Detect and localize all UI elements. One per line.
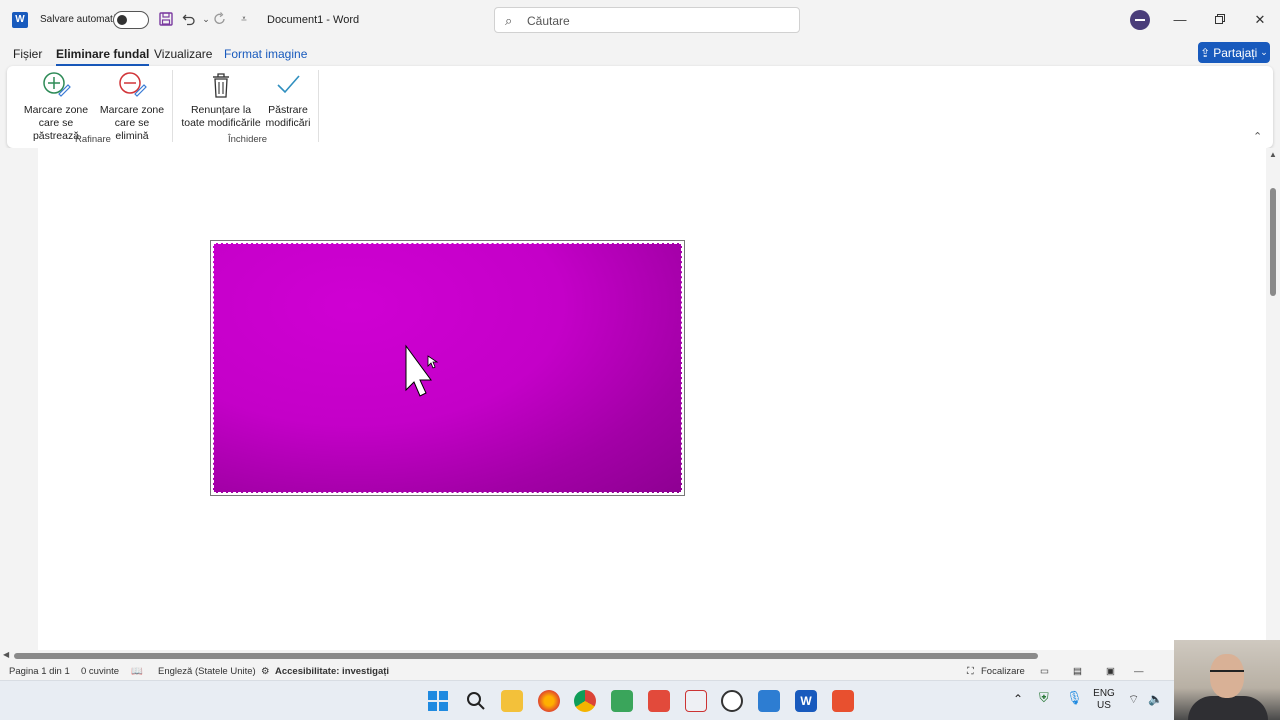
horizontal-scroll-thumb[interactable] bbox=[14, 653, 1038, 659]
lang-line-1: ENG bbox=[1093, 688, 1115, 699]
webcam-overlay bbox=[1174, 640, 1280, 720]
word-count[interactable]: 0 cuvinte bbox=[81, 666, 119, 677]
save-icon[interactable] bbox=[158, 11, 174, 27]
discard-label-2: toate modificările bbox=[181, 117, 261, 129]
trash-icon bbox=[213, 73, 229, 98]
collapse-ribbon-chevron-up-icon[interactable]: ⌃ bbox=[1253, 130, 1262, 143]
horizontal-scrollbar[interactable]: ◀ bbox=[0, 650, 1280, 662]
chrome-icon[interactable] bbox=[574, 690, 596, 712]
group-label-close: Închidere bbox=[228, 134, 268, 145]
undo-icon[interactable] bbox=[181, 11, 197, 27]
zoom-out-icon[interactable]: — bbox=[1134, 666, 1144, 677]
defender-shield-icon[interactable]: ⛨ bbox=[1039, 691, 1049, 704]
plus-pencil-icon bbox=[43, 72, 71, 97]
close-icon[interactable]: ✕ bbox=[1250, 10, 1270, 30]
ribbon-tabs: Fișier Eliminare fundal Vizualizare Form… bbox=[0, 40, 1280, 66]
focus-mode-button[interactable]: Focalizare bbox=[981, 666, 1025, 677]
tab-picture-format[interactable]: Format imagine bbox=[224, 47, 307, 61]
search-icon[interactable] bbox=[465, 690, 487, 712]
clock-icon[interactable] bbox=[721, 690, 743, 712]
group-separator bbox=[172, 70, 173, 142]
language-switcher[interactable]: ENG US bbox=[1093, 688, 1115, 712]
mark-remove-label-1: Marcare zone bbox=[99, 104, 165, 116]
minimize-icon[interactable]: — bbox=[1170, 10, 1190, 30]
tab-view[interactable]: Vizualizare bbox=[154, 47, 212, 61]
language-indicator[interactable]: Engleză (Statele Unite) bbox=[158, 666, 256, 677]
group-separator bbox=[318, 70, 319, 142]
keep-changes-button[interactable]: Păstrare modificări bbox=[263, 70, 313, 130]
microphone-icon[interactable]: 🎙 bbox=[1066, 691, 1083, 704]
chevron-down-icon: ⌄ bbox=[1260, 47, 1268, 57]
mark-remove-label-2: care se elimină bbox=[114, 117, 150, 142]
keep-changes-label-2: modificări bbox=[265, 117, 311, 129]
discard-label-1: Renunțare la bbox=[190, 104, 252, 116]
windows-taskbar: W ⌃ ⛨ 🎙 ENG US ⌔ 🔈 bbox=[0, 680, 1280, 720]
mark-keep-label-1: Marcare zone bbox=[23, 104, 89, 116]
vertical-scroll-thumb[interactable] bbox=[1270, 188, 1276, 296]
ribbon-panel: Marcare zone care se păstrează Marcare z… bbox=[7, 66, 1273, 148]
web-layout-icon[interactable]: ▣ bbox=[1106, 666, 1115, 677]
wifi-icon[interactable]: ⌔ bbox=[1128, 693, 1139, 705]
tab-file[interactable]: Fișier bbox=[13, 47, 42, 61]
focus-icon: ⛶ bbox=[967, 666, 974, 677]
proofing-book-icon[interactable]: 📖 bbox=[131, 666, 143, 677]
webcam-person-glasses bbox=[1210, 670, 1244, 676]
print-layout-icon[interactable]: ▤ bbox=[1073, 666, 1082, 677]
search-box[interactable]: ⌕ bbox=[494, 7, 800, 33]
discard-all-changes-button[interactable]: Renunțare la toate modificările bbox=[179, 70, 263, 130]
keep-changes-label-1: Păstrare bbox=[268, 104, 308, 116]
group-label-refine: Rafinare bbox=[75, 134, 111, 145]
page-count[interactable]: Pagina 1 din 1 bbox=[9, 666, 70, 677]
customize-toolbar-icon[interactable]: ⩡ bbox=[236, 11, 252, 27]
snipping-tool-icon[interactable] bbox=[685, 690, 707, 712]
vertical-scrollbar[interactable]: ▲ bbox=[1266, 148, 1280, 642]
share-button[interactable]: ⇪ Partajați ⌄ bbox=[1198, 42, 1270, 63]
autosave-label: Salvare automată bbox=[40, 14, 119, 25]
word-taskbar-icon[interactable]: W bbox=[795, 690, 817, 712]
minus-pencil-icon bbox=[119, 72, 147, 97]
webcam-person-shirt bbox=[1188, 696, 1268, 720]
scroll-up-icon[interactable]: ▲ bbox=[1269, 150, 1277, 159]
share-label: Partajați bbox=[1213, 45, 1258, 60]
user-avatar[interactable] bbox=[1130, 10, 1150, 30]
windows-start-icon[interactable] bbox=[427, 690, 449, 712]
camtasia-icon[interactable] bbox=[611, 690, 633, 712]
restore-icon[interactable] bbox=[1210, 10, 1230, 30]
accessibility-icon: ⚙ bbox=[261, 666, 270, 677]
document-title: Document1 - Word bbox=[267, 14, 360, 26]
tab-background-removal[interactable]: Eliminare fundal bbox=[56, 47, 150, 66]
mark-keep-label-2: care se păstrează bbox=[32, 117, 80, 142]
mark-areas-to-keep-button[interactable]: Marcare zone care se păstrează bbox=[17, 70, 95, 143]
word-app-icon: W bbox=[12, 12, 28, 28]
redo-icon[interactable] bbox=[212, 11, 228, 27]
lang-line-2: US bbox=[1097, 700, 1111, 711]
calendar-icon[interactable] bbox=[758, 690, 780, 712]
search-icon: ⌕ bbox=[505, 13, 513, 28]
share-icon: ⇪ bbox=[1200, 45, 1211, 60]
anydesk-icon[interactable] bbox=[648, 690, 670, 712]
scroll-left-icon[interactable]: ◀ bbox=[3, 650, 9, 659]
firefox-icon[interactable] bbox=[538, 690, 560, 712]
cursor-pointer-icon bbox=[405, 344, 439, 397]
title-bar: W Salvare automată ⌄ ⩡ Document1 - Word … bbox=[0, 0, 1280, 40]
volume-icon[interactable]: 🔈 bbox=[1148, 693, 1163, 705]
webcam-person-face bbox=[1210, 654, 1244, 698]
accessibility-status[interactable]: Accesibilitate: investigați bbox=[275, 666, 389, 677]
search-input[interactable] bbox=[527, 12, 777, 30]
read-mode-icon[interactable]: ▭ bbox=[1040, 666, 1049, 677]
show-hidden-icons-chevron-up-icon[interactable]: ⌃ bbox=[1013, 693, 1023, 705]
recorder-app-icon[interactable] bbox=[832, 690, 854, 712]
mark-areas-to-remove-button[interactable]: Marcare zone care se elimină bbox=[97, 70, 167, 143]
autosave-toggle[interactable] bbox=[113, 11, 149, 29]
status-bar: Pagina 1 din 1 0 cuvinte 📖 Engleză (Stat… bbox=[0, 662, 1280, 680]
checkmark-icon bbox=[277, 75, 300, 94]
file-explorer-icon[interactable] bbox=[501, 690, 523, 712]
